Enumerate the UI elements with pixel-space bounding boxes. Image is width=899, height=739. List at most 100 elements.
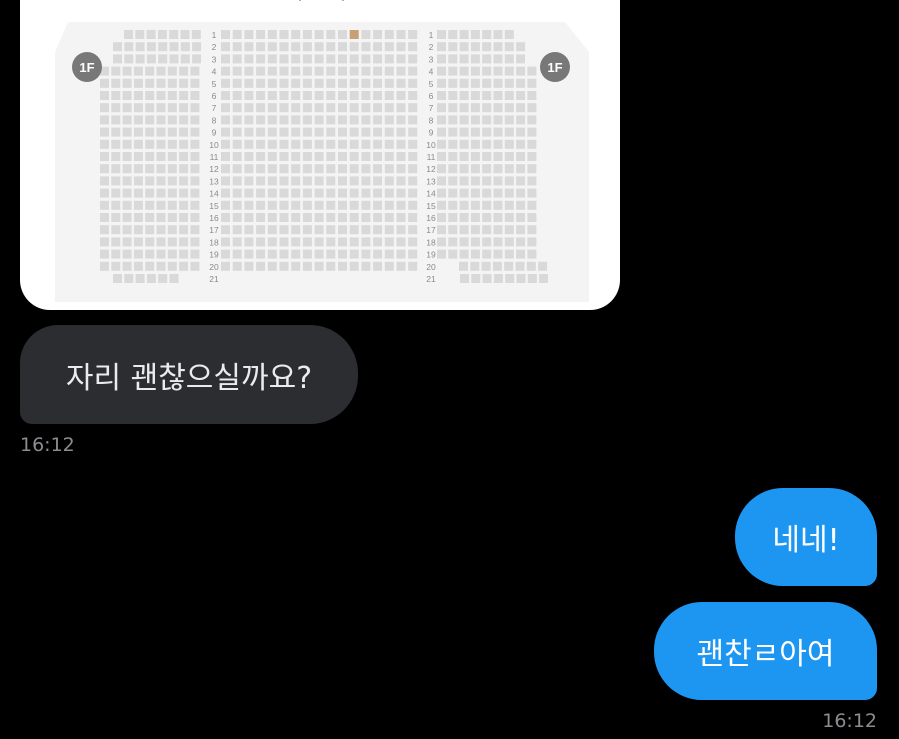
seat bbox=[190, 188, 200, 198]
seat bbox=[179, 127, 189, 137]
seat bbox=[396, 42, 406, 52]
seat bbox=[504, 152, 514, 161]
seat bbox=[256, 54, 266, 64]
seat bbox=[267, 30, 277, 39]
seat bbox=[267, 249, 277, 259]
seat bbox=[302, 261, 312, 271]
seat bbox=[396, 261, 406, 271]
seat bbox=[256, 66, 266, 76]
seat bbox=[267, 54, 277, 64]
seat bbox=[145, 66, 155, 76]
seat bbox=[111, 200, 121, 210]
seat bbox=[291, 225, 301, 235]
seat bbox=[302, 115, 312, 125]
seat bbox=[232, 115, 242, 125]
seat bbox=[179, 261, 189, 271]
seat bbox=[291, 42, 301, 52]
seat bbox=[504, 200, 514, 210]
seat bbox=[302, 164, 312, 174]
seat bbox=[133, 261, 143, 271]
seat bbox=[167, 237, 177, 247]
seat bbox=[326, 176, 336, 186]
row-number-right: 8 bbox=[429, 115, 434, 125]
seat bbox=[122, 237, 132, 247]
seat bbox=[326, 78, 336, 88]
seat bbox=[221, 152, 230, 161]
seat bbox=[256, 103, 266, 113]
seat bbox=[232, 152, 242, 161]
seat bbox=[267, 176, 277, 186]
seat bbox=[133, 176, 143, 186]
seat bbox=[470, 152, 480, 161]
seat bbox=[314, 54, 324, 64]
seat bbox=[384, 188, 394, 198]
seat bbox=[156, 200, 166, 210]
seat bbox=[291, 249, 301, 259]
outgoing-message-bubble[interactable]: 네네! bbox=[735, 488, 877, 586]
seat bbox=[373, 237, 383, 247]
seat bbox=[361, 249, 371, 259]
seat bbox=[516, 213, 526, 222]
seat bbox=[314, 78, 324, 88]
seat bbox=[122, 152, 132, 161]
seat bbox=[470, 115, 480, 125]
seat bbox=[459, 139, 469, 149]
seat-map-image[interactable]: 1 1 2 2 3 3 4 4 5 5 6 6 7 7 8 8 9 9 10 10 11 11 12 12 13 13 14 14 15… bbox=[20, 0, 620, 310]
seat bbox=[516, 164, 526, 174]
seat bbox=[111, 127, 121, 137]
seat bbox=[361, 237, 371, 247]
seat bbox=[396, 30, 406, 39]
seat bbox=[470, 176, 480, 186]
seat bbox=[122, 139, 132, 149]
seat bbox=[291, 152, 301, 161]
seat bbox=[373, 225, 383, 235]
row-number-left: 8 bbox=[212, 115, 217, 125]
seat bbox=[291, 261, 301, 271]
seat bbox=[232, 54, 242, 64]
outgoing-message-bubble[interactable]: 괜찬ㄹ아여 bbox=[654, 602, 877, 700]
seat bbox=[100, 127, 109, 137]
seat bbox=[100, 225, 109, 235]
seat bbox=[384, 42, 394, 52]
seat bbox=[384, 91, 394, 100]
seat bbox=[267, 200, 277, 210]
seat bbox=[373, 152, 383, 161]
seat bbox=[470, 127, 480, 137]
seat bbox=[156, 91, 166, 100]
seat bbox=[482, 103, 492, 113]
seat bbox=[470, 91, 480, 100]
row-number-right: 21 bbox=[426, 274, 436, 284]
seat bbox=[516, 115, 526, 125]
seat bbox=[482, 200, 492, 210]
seat bbox=[232, 164, 242, 174]
seat bbox=[267, 91, 277, 100]
seat bbox=[384, 78, 394, 88]
incoming-message-time: 16:12 bbox=[20, 434, 75, 456]
seat bbox=[221, 139, 230, 149]
seat bbox=[122, 127, 132, 137]
seat bbox=[470, 249, 480, 259]
seat bbox=[167, 115, 177, 125]
seat bbox=[448, 164, 458, 174]
seat bbox=[408, 66, 418, 76]
seat bbox=[169, 274, 179, 283]
row-number-right: 1 bbox=[429, 30, 434, 40]
seat bbox=[244, 237, 254, 247]
seat bbox=[291, 139, 301, 149]
incoming-message-bubble[interactable]: 자리 괜찮으실까요? bbox=[20, 325, 358, 424]
seat bbox=[527, 139, 537, 149]
seat bbox=[408, 42, 418, 52]
seat bbox=[373, 42, 383, 52]
seat bbox=[515, 261, 525, 271]
seat bbox=[302, 225, 312, 235]
seat bbox=[326, 164, 336, 174]
seat bbox=[504, 139, 514, 149]
seat bbox=[302, 30, 312, 39]
seat bbox=[167, 213, 177, 222]
seat bbox=[338, 54, 347, 64]
seat bbox=[314, 91, 324, 100]
seat bbox=[326, 213, 336, 222]
seat bbox=[156, 127, 166, 137]
seat bbox=[232, 91, 242, 100]
seat bbox=[314, 188, 324, 198]
